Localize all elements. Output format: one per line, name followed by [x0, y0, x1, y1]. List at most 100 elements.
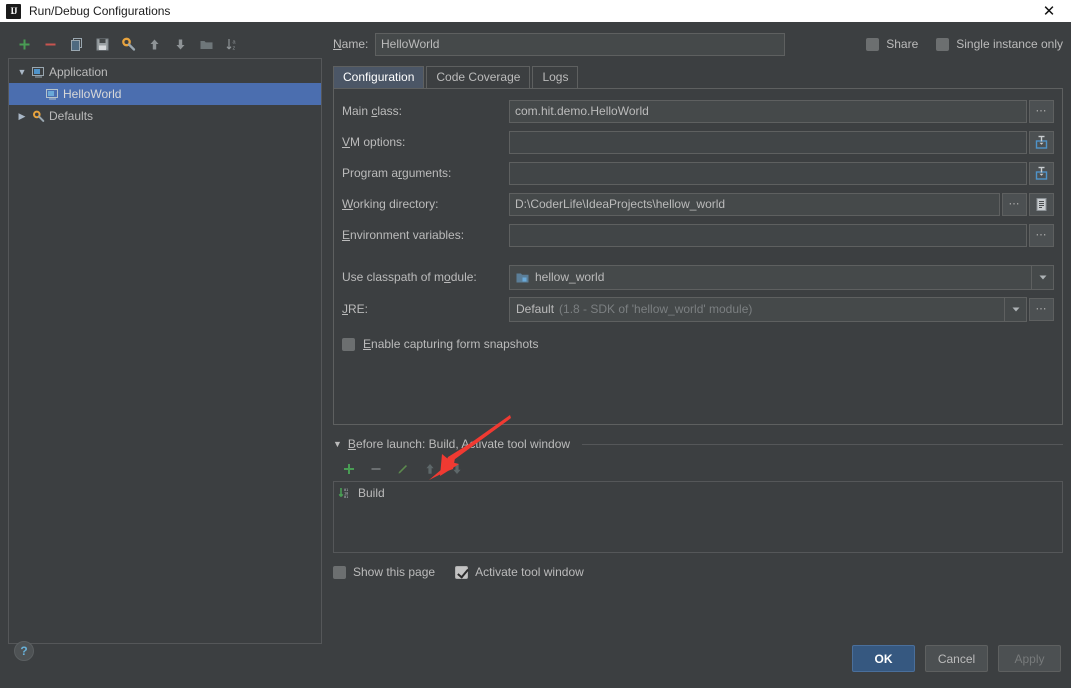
- program-arguments-input[interactable]: [509, 161, 1027, 185]
- jre-label: JRE:: [342, 302, 369, 316]
- name-input[interactable]: HelloWorld: [375, 32, 785, 56]
- tree-node-label: Defaults: [49, 109, 94, 123]
- folder-icon[interactable]: [194, 33, 218, 55]
- tree-node-defaults[interactable]: ▶ Defaults: [9, 105, 321, 127]
- working-directory-macros-button[interactable]: [1029, 192, 1054, 216]
- jre-value-detail: (1.8 - SDK of 'hellow_world' module): [559, 302, 753, 316]
- activate-tool-window-label: Activate tool window: [475, 565, 584, 579]
- checkbox-box: [342, 337, 355, 351]
- wrench-gear-icon[interactable]: [116, 33, 140, 55]
- environment-variables-row: Environment variables: ⋯: [342, 223, 1054, 247]
- single-instance-only-label: Single instance only: [956, 37, 1063, 51]
- wrench-gear-icon: [29, 110, 47, 123]
- arrow-down-icon[interactable]: [168, 33, 192, 55]
- jre-value: Default: [516, 302, 555, 316]
- configuration-form: Main class: com.hit.demo.HelloWorld ⋯ VM…: [333, 89, 1063, 425]
- before-launch-move-down-button[interactable]: [445, 458, 469, 480]
- jre-combobox[interactable]: Default (1.8 - SDK of 'hellow_world' mod…: [509, 296, 1027, 322]
- ok-button[interactable]: OK: [852, 645, 915, 672]
- vm-options-input[interactable]: [509, 130, 1027, 154]
- build-icon: 01 10 01: [338, 486, 352, 500]
- before-launch-edit-pencil-icon[interactable]: [391, 458, 415, 480]
- tab-logs[interactable]: Logs: [532, 66, 579, 88]
- use-classpath-row: Use classpath of module: hellow_world: [342, 264, 1054, 290]
- working-directory-browse-button[interactable]: ⋯: [1002, 192, 1027, 216]
- configuration-editor-panel: Name: HelloWorld Share Single instance o…: [333, 32, 1063, 579]
- arrow-up-icon[interactable]: [142, 33, 166, 55]
- before-launch-add-button[interactable]: [337, 458, 361, 480]
- save-icon[interactable]: [90, 33, 114, 55]
- show-this-page-checkbox[interactable]: Show this page: [333, 565, 435, 579]
- name-row: Name: HelloWorld Share Single instance o…: [333, 32, 1063, 56]
- program-arguments-label: Program arguments:: [342, 166, 452, 180]
- chevron-down-icon[interactable]: [1004, 297, 1026, 321]
- tree-node-helloworld[interactable]: HelloWorld: [9, 83, 321, 105]
- before-launch-list[interactable]: 01 10 01 Build: [333, 481, 1063, 553]
- environment-variables-browse-button[interactable]: ⋯: [1029, 223, 1054, 247]
- tree-node-application[interactable]: ▼ Application: [9, 61, 321, 83]
- tree-node-label: HelloWorld: [63, 87, 122, 101]
- application-icon: [29, 66, 47, 79]
- window-title: Run/Debug Configurations: [29, 4, 171, 18]
- close-icon[interactable]: ✕: [1027, 0, 1071, 22]
- checkbox-box: [333, 565, 346, 579]
- main-class-label: Main class:: [342, 104, 403, 118]
- chevron-down-icon[interactable]: [1031, 265, 1053, 289]
- main-class-row: Main class: com.hit.demo.HelloWorld ⋯: [342, 99, 1054, 123]
- working-directory-input[interactable]: D:\CoderLife\IdeaProjects\hellow_world: [509, 192, 1000, 216]
- vm-options-label: VM options:: [342, 135, 406, 149]
- tab-configuration[interactable]: Configuration: [333, 66, 425, 88]
- add-configuration-button[interactable]: [12, 33, 36, 55]
- main-class-browse-button[interactable]: ⋯: [1029, 99, 1054, 123]
- before-launch-item-label: Build: [358, 486, 385, 500]
- share-checkbox[interactable]: Share: [866, 37, 918, 51]
- chevron-down-icon[interactable]: ▼: [15, 67, 29, 77]
- svg-text:z: z: [232, 45, 235, 51]
- tab-code-coverage[interactable]: Code Coverage: [426, 66, 531, 88]
- copy-icon[interactable]: [64, 33, 88, 55]
- remove-configuration-button[interactable]: [38, 33, 62, 55]
- run-debug-configurations-dialog: a z ▼ Application HelloWorld ▶ Defaults …: [0, 22, 1071, 688]
- main-class-input[interactable]: com.hit.demo.HelloWorld: [509, 99, 1027, 123]
- intellij-idea-icon: IJ: [6, 3, 21, 19]
- name-label: Name:: [333, 37, 369, 51]
- single-instance-only-checkbox[interactable]: Single instance only: [936, 37, 1063, 51]
- application-icon: [43, 88, 61, 101]
- checkbox-box: [455, 565, 469, 579]
- module-icon: [516, 271, 529, 284]
- sort-az-icon[interactable]: a z: [220, 33, 244, 55]
- before-launch-item-build[interactable]: 01 10 01 Build: [334, 483, 1062, 503]
- environment-variables-input[interactable]: [509, 223, 1027, 247]
- jre-browse-button[interactable]: ⋯: [1029, 297, 1054, 321]
- program-arguments-expand-button[interactable]: [1029, 161, 1054, 185]
- before-launch-header[interactable]: ▼ Before launch: Build, Activate tool wi…: [333, 437, 1063, 451]
- vm-options-expand-button[interactable]: [1029, 130, 1054, 154]
- chevron-down-icon[interactable]: ▼: [333, 439, 342, 449]
- cancel-button[interactable]: Cancel: [925, 645, 988, 672]
- configurations-panel: a z ▼ Application HelloWorld ▶ Defaults: [8, 32, 322, 644]
- name-row-options: Share Single instance only: [866, 37, 1063, 51]
- working-directory-label: Working directory:: [342, 197, 439, 211]
- before-launch-remove-button[interactable]: [364, 458, 388, 480]
- checkbox-box: [936, 37, 950, 51]
- program-arguments-row: Program arguments:: [342, 161, 1054, 185]
- editor-tabs: Configuration Code Coverage Logs: [333, 66, 1063, 89]
- enable-capturing-form-snapshots-checkbox[interactable]: Enable capturing form snapshots: [342, 337, 1054, 351]
- working-directory-row: Working directory: D:\CoderLife\IdeaProj…: [342, 192, 1054, 216]
- action-buttons: OK Cancel Apply: [852, 645, 1061, 672]
- dialog-button-bar: ? OK Cancel Apply: [0, 632, 1071, 688]
- enable-capturing-form-snapshots-label: Enable capturing form snapshots: [363, 337, 539, 351]
- use-classpath-combobox[interactable]: hellow_world: [509, 264, 1054, 290]
- help-icon[interactable]: ?: [14, 641, 34, 661]
- configurations-toolbar: a z: [8, 32, 322, 56]
- checkbox-box: [866, 37, 880, 51]
- activate-tool-window-checkbox[interactable]: Activate tool window: [455, 565, 584, 579]
- apply-button[interactable]: Apply: [998, 645, 1061, 672]
- before-launch-move-up-button[interactable]: [418, 458, 442, 480]
- divider: [582, 443, 1063, 445]
- configurations-tree[interactable]: ▼ Application HelloWorld ▶ Defaults: [8, 58, 322, 644]
- chevron-right-icon[interactable]: ▶: [15, 111, 29, 122]
- svg-text:01: 01: [344, 495, 348, 499]
- vm-options-row: VM options:: [342, 130, 1054, 154]
- show-this-page-label: Show this page: [353, 565, 436, 579]
